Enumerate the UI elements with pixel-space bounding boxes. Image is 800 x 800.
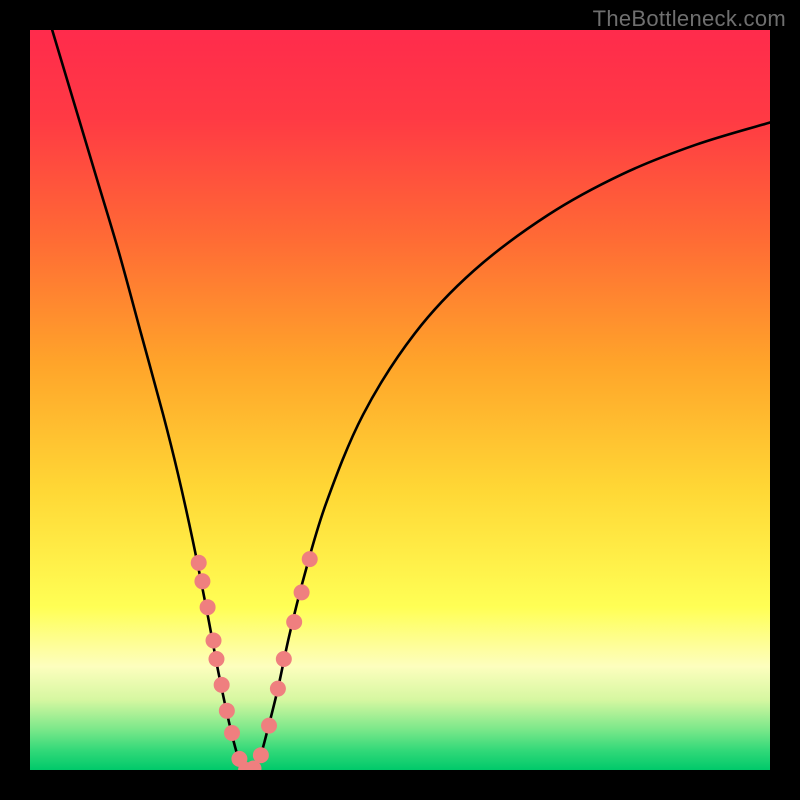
scatter-dot: [208, 651, 224, 667]
scatter-dot: [191, 555, 207, 571]
scatter-dot: [270, 681, 286, 697]
scatter-dot: [206, 633, 222, 649]
scatter-dots: [191, 551, 318, 770]
scatter-dot: [214, 677, 230, 693]
scatter-dot: [200, 599, 216, 615]
chart-frame: TheBottleneck.com: [0, 0, 800, 800]
curve-layer: [30, 30, 770, 770]
scatter-dot: [286, 614, 302, 630]
scatter-dot: [302, 551, 318, 567]
scatter-dot: [253, 747, 269, 763]
scatter-dot: [194, 573, 210, 589]
scatter-dot: [276, 651, 292, 667]
scatter-dot: [294, 584, 310, 600]
bottleneck-curve: [52, 30, 770, 770]
scatter-dot: [219, 703, 235, 719]
plot-area: [30, 30, 770, 770]
watermark-text: TheBottleneck.com: [593, 6, 786, 32]
scatter-dot: [224, 725, 240, 741]
scatter-dot: [261, 718, 277, 734]
